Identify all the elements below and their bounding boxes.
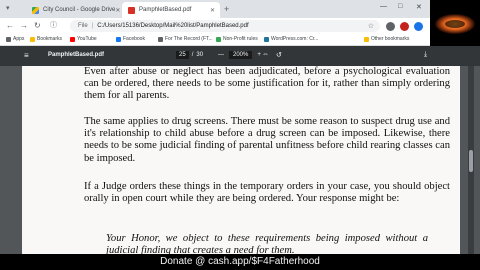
minimize-button[interactable]: — [380,3,387,10]
rotate-icon[interactable]: ↺ [276,51,282,59]
tab-label: PamphletBased.pdf [139,7,192,13]
page-icon [158,36,163,42]
youtube-icon [70,36,75,42]
wordpress-icon [264,36,269,42]
paragraph: If a Judge orders these things in the te… [84,181,450,205]
extension-icon[interactable] [386,22,395,31]
drive-icon [32,6,39,14]
bookmark-wordpress[interactable]: WordPress.com: Cr... [264,36,318,42]
page-separator: / [191,52,194,58]
channel-logo [430,0,480,46]
back-arrow-icon[interactable]: ← [6,21,14,31]
divider: | [91,23,94,29]
hamburger-icon[interactable]: ≡ [24,51,29,60]
star-icon[interactable]: ☆ [368,22,374,30]
close-tab-icon[interactable]: ✕ [115,7,120,14]
other-bookmarks[interactable]: Other bookmarks [364,36,409,42]
pdf-toolbar: ≡ PamphletBased.pdf 25 / 30 — 200% + ⇔ ↺… [0,46,480,66]
zoom-controls: — 200% + [218,51,261,59]
url-text: C:/Users/15136/Desktop/Mail%20list/Pamph… [97,23,249,29]
pdf-filename: PamphletBased.pdf [48,52,105,58]
profile-avatar[interactable] [414,22,423,31]
close-window-button[interactable]: ✕ [416,3,422,11]
maximize-button[interactable]: □ [398,3,402,10]
bookmark-folder[interactable]: Bookmarks [30,36,62,42]
zoom-out-button[interactable]: — [218,52,224,58]
bookmark-for-the-record[interactable]: For The Record (FT... [158,36,213,42]
tab-strip: ▾ City Council - Google Drive ✕ Pamphlet… [0,0,430,18]
page-indicator: 25 / 30 [176,51,203,59]
pdf-page: Even after abuse or neglect has been adj… [22,66,460,254]
bookmarks-bar: Apps Bookmarks YouTube Facebook For The … [0,34,430,46]
extension-icon[interactable] [400,22,409,31]
page-icon [216,36,221,42]
forward-arrow-icon[interactable]: → [20,21,28,31]
zoom-level-input[interactable]: 200% [229,51,253,59]
bookmark-youtube[interactable]: YouTube [70,36,97,42]
pdf-icon [128,6,135,14]
zoom-in-button[interactable]: + [257,52,261,58]
quoted-response: Your Honor, we object to these requireme… [106,233,428,254]
paragraph: The same applies to drug screens. There … [84,116,450,164]
scrollbar-thumb[interactable] [469,150,473,172]
tab-pamphlet-pdf[interactable]: PamphletBased.pdf ✕ [122,2,220,18]
address-input[interactable]: File | C:/Users/15136/Desktop/Mail%20lis… [70,20,380,32]
info-icon[interactable]: ⓘ [50,21,57,31]
apps-grid-icon [6,36,11,42]
folder-icon [364,36,369,42]
screen: ▾ City Council - Google Drive ✕ Pamphlet… [0,0,480,270]
fire-emblem-icon [435,14,475,34]
bookmark-nonprofit[interactable]: Non-Profit rules [216,36,258,42]
bookmark-facebook[interactable]: Facebook [116,36,145,42]
donate-banner: Donate @ cash.app/$F4Fatherhood [0,254,480,270]
paragraph: Even after abuse or neglect has been adj… [84,66,450,102]
facebook-icon [116,36,121,42]
scheme-label: File [78,23,88,29]
folder-icon [30,36,35,42]
fit-page-icon[interactable]: ⇔ [262,51,269,58]
tab-search-icon[interactable]: ▾ [6,4,16,14]
close-tab-icon[interactable]: ✕ [210,7,215,14]
address-bar-row: ← → ↻ ⓘ File | C:/Users/15136/Desktop/Ma… [0,18,430,34]
tab-label: City Council - Google Drive [43,7,116,13]
total-pages: 30 [196,52,204,58]
bookmark-apps[interactable]: Apps [6,36,24,42]
page-number-input[interactable]: 25 [176,51,189,59]
download-icon[interactable]: ⤓ [424,51,427,59]
reload-icon[interactable]: ↻ [34,21,41,31]
tab-city-council[interactable]: City Council - Google Drive ✕ [26,2,122,18]
new-tab-button[interactable]: + [224,4,229,14]
